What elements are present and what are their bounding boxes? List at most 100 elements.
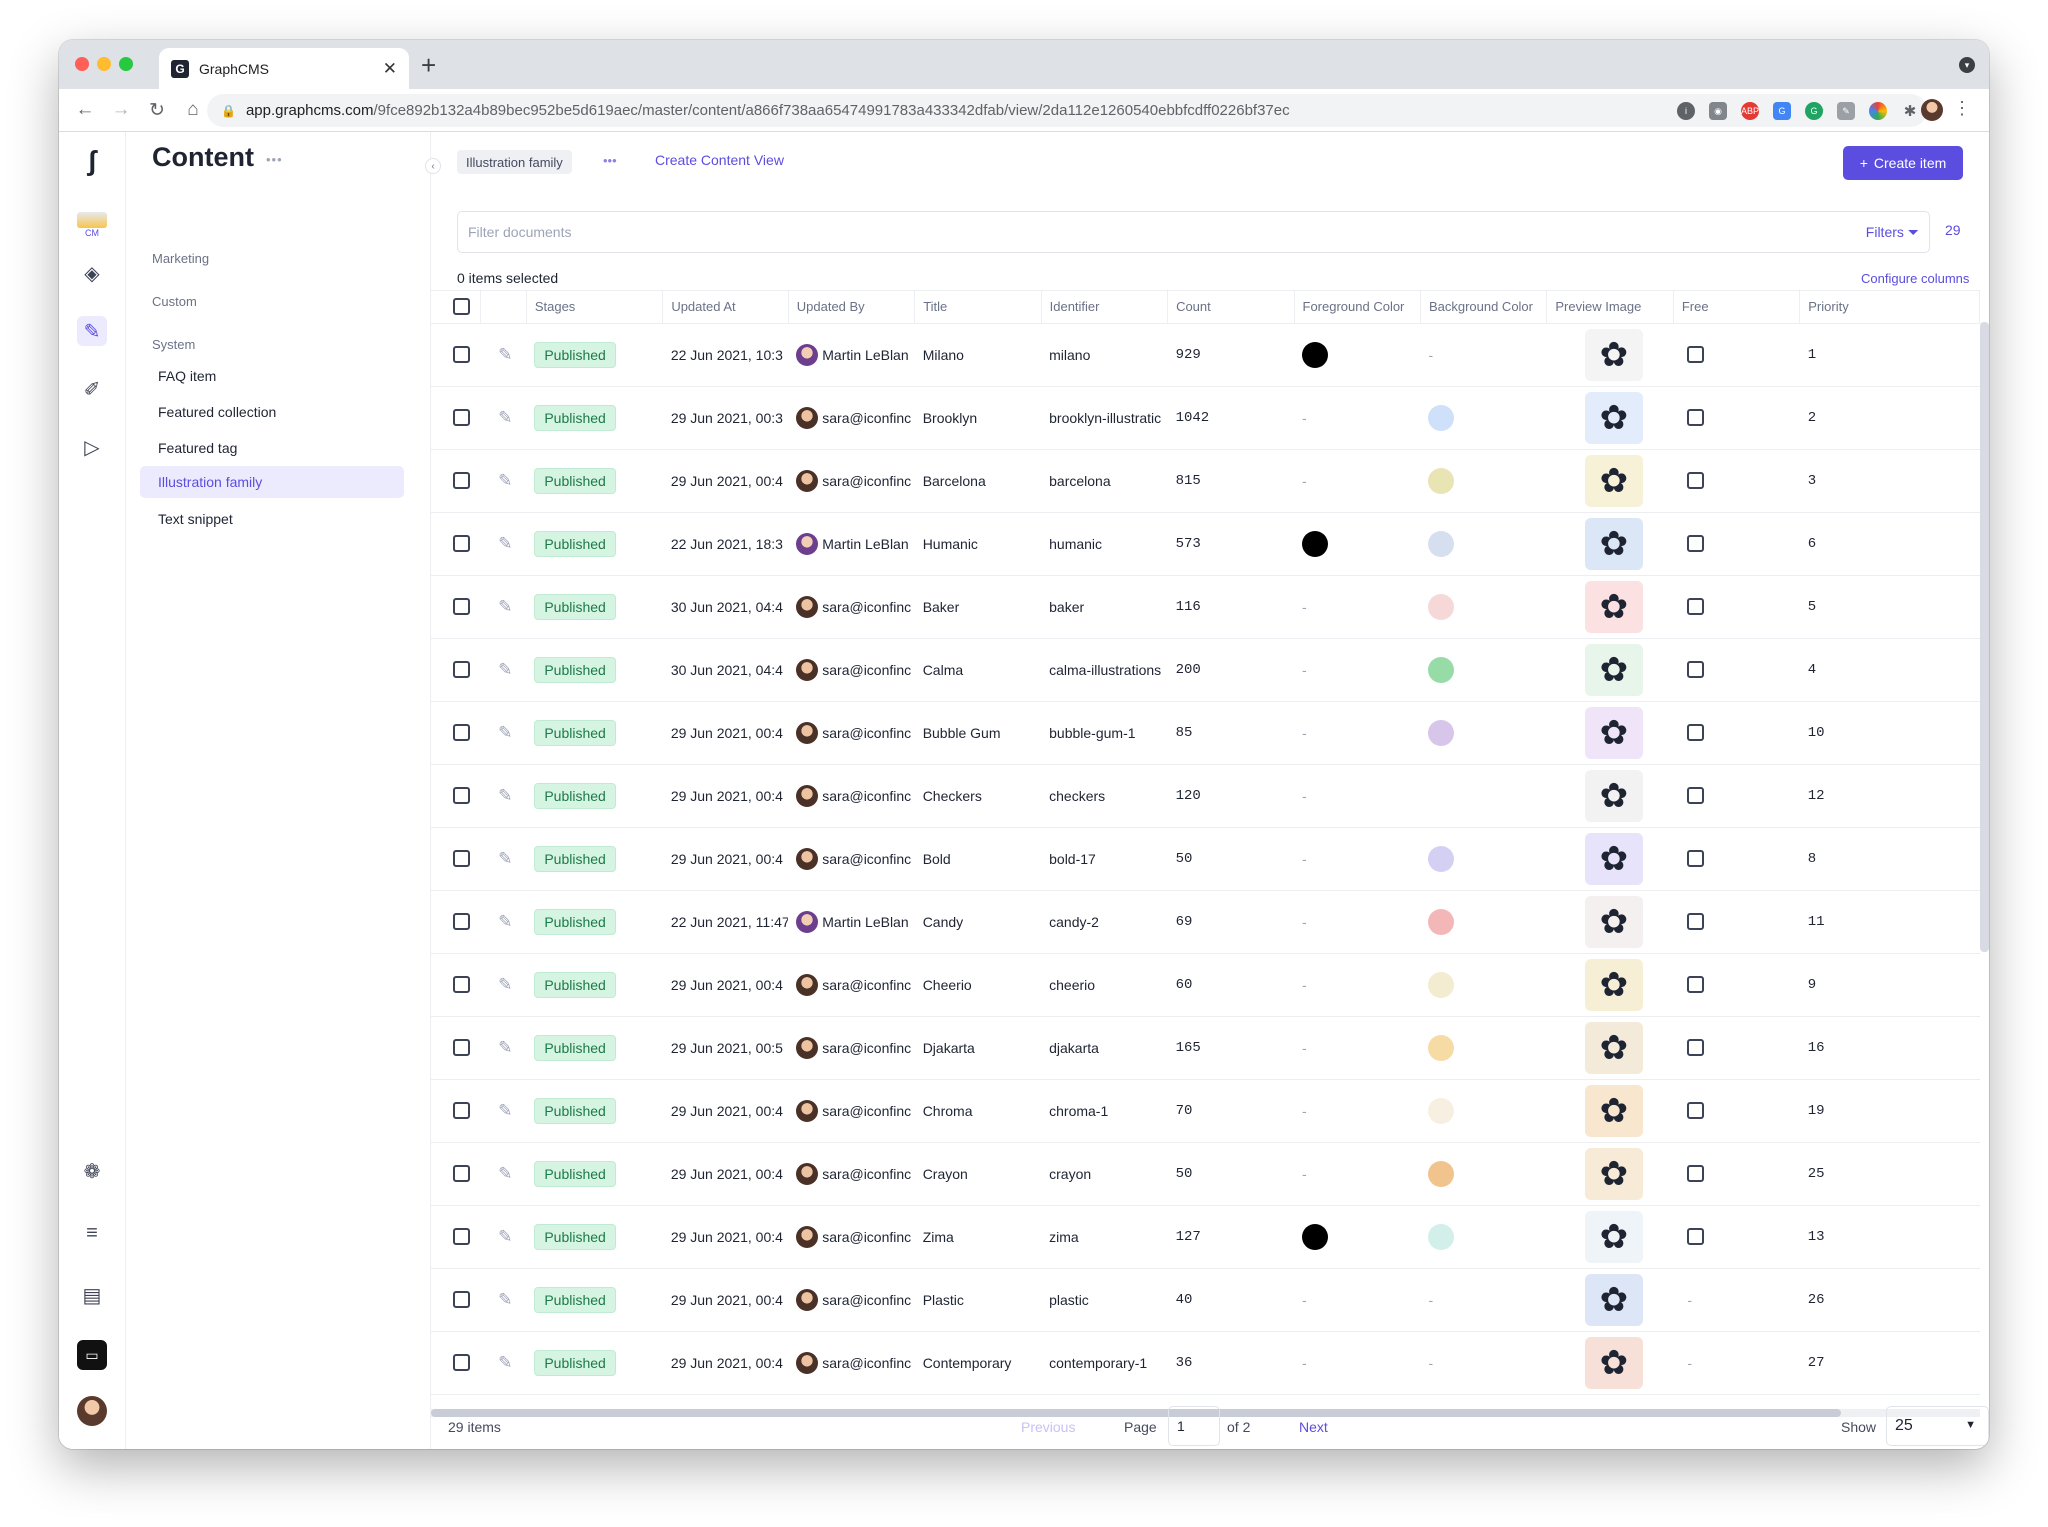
edit-pencil-icon[interactable]: ✎ (498, 345, 512, 364)
column-header[interactable]: Priority (1799, 291, 1980, 324)
illustration-preview-image[interactable]: ✿ (1584, 580, 1643, 633)
edit-pencil-icon[interactable]: ✎ (498, 849, 512, 868)
table-row[interactable]: ✎ Published 22 Jun 2021, 18:3 Martin LeBlan… (431, 512, 1980, 576)
chat-icon[interactable]: ▭ (77, 1340, 107, 1370)
filters-button[interactable]: Filters ⏷ (1866, 224, 1919, 241)
tab-search-icon[interactable]: ▾ (1959, 57, 1975, 73)
collapse-sidebar-icon[interactable]: ‹ (425, 158, 441, 174)
reload-icon[interactable]: ↻ (147, 99, 167, 122)
edit-pencil-icon[interactable]: ✎ (498, 1038, 512, 1057)
table-row[interactable]: ✎ Published 30 Jun 2021, 04:4 sara@iconfinc… (431, 638, 1980, 702)
free-checkbox[interactable] (1687, 1165, 1705, 1182)
close-window-button[interactable] (75, 57, 89, 71)
page-number-input[interactable]: 1 (1168, 1406, 1220, 1446)
free-checkbox[interactable] (1687, 661, 1705, 678)
illustration-preview-image[interactable]: ✿ (1584, 517, 1643, 570)
row-checkbox[interactable] (453, 1228, 470, 1245)
row-checkbox[interactable] (453, 787, 470, 804)
maximize-window-button[interactable] (119, 57, 133, 71)
column-header[interactable]: Count (1167, 291, 1295, 324)
row-checkbox[interactable] (453, 1039, 470, 1056)
browser-tab[interactable]: G GraphCMS ✕ (159, 48, 409, 89)
column-header[interactable]: Stages (526, 291, 664, 324)
configure-columns-link[interactable]: Configure columns (1861, 271, 1969, 286)
row-checkbox[interactable] (453, 913, 470, 930)
docs-icon[interactable]: ▤ (77, 1280, 107, 1310)
table-row[interactable]: ✎ Published 29 Jun 2021, 00:4 sara@iconfinc… (431, 764, 1980, 828)
row-checkbox[interactable] (453, 976, 470, 993)
select-all-checkbox[interactable] (453, 298, 470, 316)
sidebar-group-marketing[interactable]: Marketing (152, 251, 209, 266)
previous-page-button[interactable]: Previous (1021, 1419, 1075, 1435)
column-header[interactable]: Updated By (788, 291, 916, 324)
translate-extension-icon[interactable]: G (1773, 102, 1791, 120)
edit-pencil-icon[interactable]: ✎ (498, 1164, 512, 1183)
edit-pencil-icon[interactable]: ✎ (498, 408, 512, 427)
view-chip[interactable]: Illustration family (457, 150, 572, 174)
next-page-button[interactable]: Next (1299, 1419, 1328, 1435)
edit-pencil-icon[interactable]: ✎ (498, 975, 512, 994)
table-row[interactable]: ✎ Published 29 Jun 2021, 00:3 sara@iconfinc… (431, 386, 1980, 450)
column-header[interactable]: Preview Image (1546, 291, 1674, 324)
row-checkbox[interactable] (453, 1102, 470, 1119)
sidebar-item-featured-tag[interactable]: Featured tag (140, 432, 404, 464)
horizontal-scroll-thumb[interactable] (431, 1409, 1841, 1417)
row-checkbox[interactable] (453, 724, 470, 741)
minimize-window-button[interactable] (97, 57, 111, 71)
edit-pencil-icon[interactable]: ✎ (498, 1290, 512, 1309)
edit-pencil-icon[interactable]: ✎ (498, 597, 512, 616)
vertical-scrollbar[interactable] (1980, 322, 1989, 952)
illustration-preview-image[interactable]: ✿ (1584, 1273, 1643, 1326)
illustration-preview-image[interactable]: ✿ (1584, 1021, 1643, 1074)
free-checkbox[interactable] (1687, 535, 1705, 552)
sidebar-group-system[interactable]: System (152, 337, 195, 352)
page-size-select[interactable]: 25 ▼ (1886, 1406, 1989, 1446)
color-extension-icon[interactable] (1869, 102, 1887, 120)
illustration-preview-image[interactable]: ✿ (1584, 391, 1643, 444)
column-header[interactable]: Free (1673, 291, 1801, 324)
illustration-preview-image[interactable]: ✿ (1584, 328, 1643, 381)
free-checkbox[interactable] (1687, 472, 1705, 489)
column-header[interactable]: Identifier (1041, 291, 1169, 324)
illustration-preview-image[interactable]: ✿ (1584, 706, 1643, 759)
table-row[interactable]: ✎ Published 29 Jun 2021, 00:4 sara@iconfinc… (431, 1142, 1980, 1206)
illustration-preview-image[interactable]: ✿ (1584, 958, 1643, 1011)
settings-sliders-icon[interactable]: ≡ (77, 1218, 107, 1248)
sidebar-more-icon[interactable]: ••• (266, 152, 283, 167)
column-header[interactable]: Title (914, 291, 1042, 324)
view-more-icon[interactable]: ••• (603, 153, 617, 168)
edit-pencil-icon[interactable]: ✎ (498, 786, 512, 805)
illustration-preview-image[interactable]: ✿ (1584, 454, 1643, 507)
illustration-preview-image[interactable]: ✿ (1584, 895, 1643, 948)
illustration-preview-image[interactable]: ✿ (1584, 1147, 1643, 1200)
illustration-preview-image[interactable]: ✿ (1584, 1336, 1643, 1389)
column-header[interactable]: Background Color (1420, 291, 1548, 324)
back-icon[interactable]: ← (75, 99, 95, 121)
adblock-extension-icon[interactable]: ABP (1741, 102, 1759, 120)
row-checkbox[interactable] (453, 1291, 470, 1308)
address-bar[interactable]: 🔒 app.graphcms.com/9fce892b132a4b89bec95… (207, 94, 1927, 127)
graphcms-logo-icon[interactable]: ʃ (77, 145, 107, 176)
table-row[interactable]: ✎ Published 30 Jun 2021, 04:4 sara@iconfinc… (431, 575, 1980, 639)
table-row[interactable]: ✎ Published 29 Jun 2021, 00:4 sara@iconfinc… (431, 827, 1980, 891)
row-checkbox[interactable] (453, 1165, 470, 1182)
sidebar-item-faq-item[interactable]: FAQ item (140, 360, 404, 392)
illustration-preview-image[interactable]: ✿ (1584, 1210, 1643, 1263)
free-checkbox[interactable] (1687, 1039, 1705, 1056)
camera-extension-icon[interactable]: ◉ (1709, 102, 1727, 120)
edit-pencil-icon[interactable]: ✎ (498, 912, 512, 931)
illustration-preview-image[interactable]: ✿ (1584, 769, 1643, 822)
row-checkbox[interactable] (453, 661, 470, 678)
grammarly-extension-icon[interactable]: G (1805, 102, 1823, 120)
column-header[interactable]: Updated At (662, 291, 789, 324)
edit-pencil-icon[interactable]: ✎ (498, 534, 512, 553)
close-tab-icon[interactable]: ✕ (383, 59, 397, 79)
table-row[interactable]: ✎ Published 29 Jun 2021, 00:4 sara@iconfinc… (431, 1205, 1980, 1269)
free-checkbox[interactable] (1687, 850, 1705, 867)
table-row[interactable]: ✎ Published 22 Jun 2021, 11:47 Martin LeBla… (431, 890, 1980, 954)
eyedropper-extension-icon[interactable]: ✎ (1837, 102, 1855, 120)
api-playground-icon[interactable]: ▷ (77, 432, 107, 462)
sidebar-group-custom[interactable]: Custom (152, 294, 197, 309)
assets-edit-icon[interactable]: ✐ (77, 374, 107, 404)
free-checkbox[interactable] (1687, 976, 1705, 993)
